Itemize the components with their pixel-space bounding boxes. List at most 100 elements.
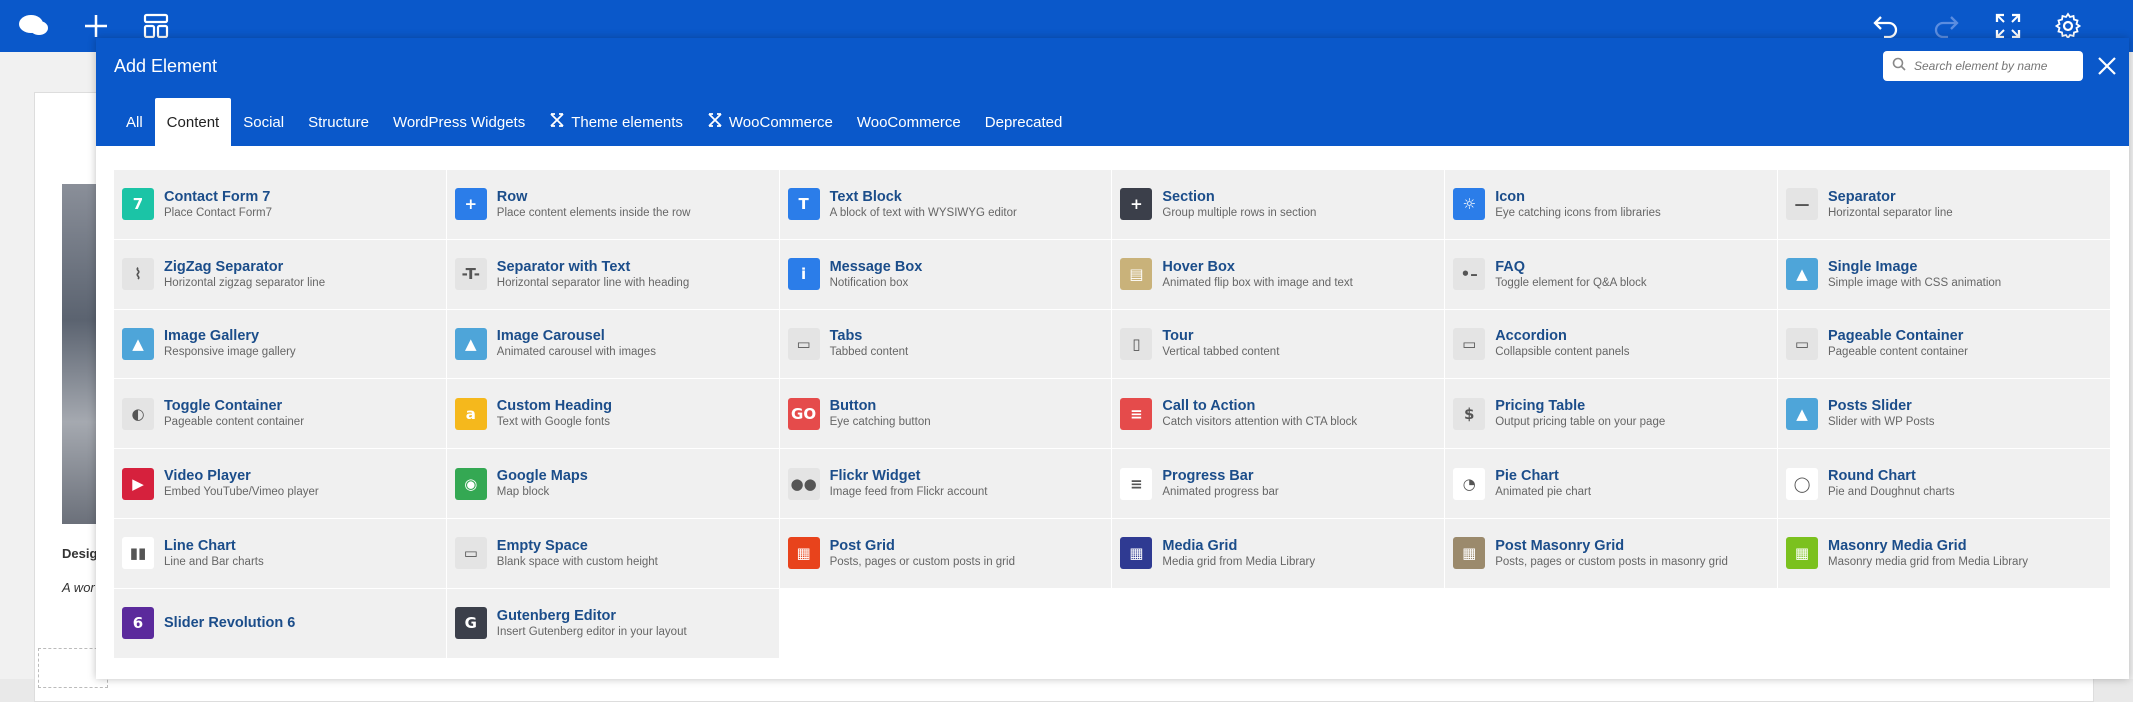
pageable-icon: ▭ [1785,327,1818,360]
element-item[interactable]: ≡ Progress Bar Animated progress bar [1112,449,1446,519]
info-icon: i [787,258,820,291]
element-item[interactable]: $ Pricing Table Output pricing table on yo… [1445,379,1778,450]
map-pin-icon: ◉ [454,467,487,500]
element-name: Section [1162,188,1215,205]
search-input[interactable] [1914,59,2074,73]
element-description: Tabbed content [829,346,909,359]
element-item[interactable]: ▭ Empty Space Blank space with custom heig… [446,518,780,589]
tab-content[interactable]: Content [154,98,232,146]
element-text: Empty Space Blank space with custom heigh… [497,537,658,570]
element-item[interactable]: ◉ Google Maps Map block [446,449,780,519]
bar-chart-icon: ▮▮ [122,537,154,570]
element-item[interactable]: ◔ Pie Chart Animated pie chart [1445,449,1778,519]
add-element-modal: Add Element All Content Social Structure… [96,38,2129,679]
tab-woocommerce-theme[interactable]: WooCommerce [695,98,845,146]
element-text: Tabs Tabbed content [830,327,909,360]
pie-chart-icon: ◔ [1453,467,1486,500]
element-item[interactable]: ◐ Toggle Container Pageable content contai… [114,379,447,450]
tab-structure[interactable]: Structure [296,98,381,146]
element-description: Group multiple rows in section [1162,206,1317,219]
cta-icon: ≡ [1120,397,1153,430]
element-name: Empty Space [496,537,588,554]
post-grid-icon: ▦ [787,537,820,570]
tab-label: WooCommerce [728,113,833,131]
close-icon[interactable] [2094,53,2120,79]
element-name: Custom Heading [496,398,612,415]
element-item[interactable]: a Custom Heading Text with Google fonts [446,379,780,450]
element-text: Image Gallery Responsive image gallery [164,327,296,360]
element-item[interactable]: 6 Slider Revolution 6 [114,588,447,659]
element-name: Video Player [164,468,251,485]
element-item[interactable]: ▭ Tabs Tabbed content [779,309,1113,380]
tab-social[interactable]: Social [231,98,296,146]
tab-deprecated[interactable]: Deprecated [973,98,1075,146]
element-item[interactable]: ▤ Hover Box Animated flip box with image a… [1112,239,1446,310]
element-description: Simple image with CSS animation [1827,276,2002,289]
element-item[interactable]: — Separator Horizontal separator line [1777,170,2111,240]
element-name: Google Maps [496,468,588,485]
tab-all[interactable]: All [114,98,155,146]
element-item[interactable]: + Row Place content elements inside the ro… [446,170,780,240]
element-item[interactable]: ▭ Accordion Collapsible content panels [1445,309,1778,380]
element-text: Pricing Table Output pricing table on you… [1495,397,1665,430]
tab-theme-elements[interactable]: Theme elements [537,98,695,146]
search-icon [1892,57,1906,76]
element-item[interactable]: i Message Box Notification box [779,239,1113,310]
element-name: Separator [1827,188,1896,205]
element-item[interactable]: ≡ Call to Action Catch visitors attention … [1112,379,1446,450]
element-item[interactable]: T Text Block A block of text with WYSIWYG … [779,170,1113,240]
element-description: Horizontal zigzag separator line [164,276,326,289]
element-item[interactable]: ▲ Image Carousel Animated carousel with im… [446,309,780,380]
sun-icon: ☼ [1453,188,1486,221]
element-item[interactable]: •– FAQ Toggle element for Q&A block [1445,239,1778,310]
element-text: Accordion Collapsible content panels [1495,327,1629,360]
element-item[interactable]: 7 Contact Form 7 Place Contact Form7 [114,170,447,240]
element-item[interactable]: ▯ Tour Vertical tabbed content [1112,309,1446,380]
masonry-grid-icon: ▦ [1453,537,1486,570]
element-item[interactable]: ▮▮ Line Chart Line and Bar charts [114,518,447,589]
search-box[interactable] [1883,51,2083,81]
category-tabs: All Content Social Structure WordPress W… [114,98,1074,146]
gutenberg-icon: G [454,607,487,640]
element-item[interactable]: ▦ Post Grid Posts, pages or custom posts i… [779,518,1113,589]
element-description: Animated carousel with images [496,346,656,359]
element-text: Pageable Container Pageable content conta… [1828,327,1968,360]
zigzag-icon: ⌇ [122,258,154,291]
element-item[interactable]: ▦ Post Masonry Grid Posts, pages or custom… [1445,518,1778,589]
tab-woocommerce[interactable]: WooCommerce [845,98,973,146]
element-item[interactable]: ☼ Icon Eye catching icons from libraries [1445,170,1778,240]
element-item[interactable]: + Section Group multiple rows in section [1112,170,1446,240]
element-text: Hover Box Animated flip box with image an… [1162,258,1353,291]
element-item[interactable]: GO Button Eye catching button [779,379,1113,450]
element-item[interactable]: ▲ Image Gallery Responsive image gallery [114,309,447,380]
element-item[interactable]: ●● Flickr Widget Image feed from Flickr ac… [779,449,1113,519]
element-item[interactable]: ▭ Pageable Container Pageable content cont… [1777,309,2111,380]
element-name: Slider Revolution 6 [164,615,296,632]
element-item[interactable]: G Gutenberg Editor Insert Gutenberg editor… [446,588,780,659]
element-description: Slider with WP Posts [1827,416,1935,429]
element-item[interactable]: ▶ Video Player Embed YouTube/Vimeo player [114,449,447,519]
element-item[interactable]: ▦ Media Grid Media grid from Media Library [1112,518,1446,589]
tab-label: Content [166,113,220,131]
element-name: Posts Slider [1827,398,1912,415]
element-description: Responsive image gallery [164,346,296,359]
element-text: Post Grid Posts, pages or custom posts in… [830,537,1015,570]
element-item[interactable]: ◯ Round Chart Pie and Doughnut charts [1777,449,2111,519]
element-text: Button Eye catching button [830,397,931,430]
element-item[interactable]: -T- Separator with Text Horizontal separat… [446,239,780,310]
element-name: Accordion [1495,328,1567,345]
element-item[interactable]: ▦ Masonry Media Grid Masonry media grid fr… [1777,518,2111,589]
element-description: Pie and Doughnut charts [1827,486,1955,499]
element-name: Contact Form 7 [164,188,271,205]
element-item[interactable]: ⌇ ZigZag Separator Horizontal zigzag separ… [114,239,447,310]
element-text: Custom Heading Text with Google fonts [497,397,612,430]
element-item[interactable]: ▲ Posts Slider Slider with WP Posts [1777,379,2111,450]
go-button-icon: GO [787,397,820,430]
page-heading-text: Desig [62,546,98,561]
tab-label: All [126,113,143,131]
chat-bubbles-icon[interactable] [18,10,50,42]
tab-wordpress-widgets[interactable]: WordPress Widgets [381,98,537,146]
element-text: Section Group multiple rows in section [1162,188,1316,221]
play-icon: ▶ [122,467,154,500]
element-item[interactable]: ▲ Single Image Simple image with CSS anima… [1777,239,2111,310]
